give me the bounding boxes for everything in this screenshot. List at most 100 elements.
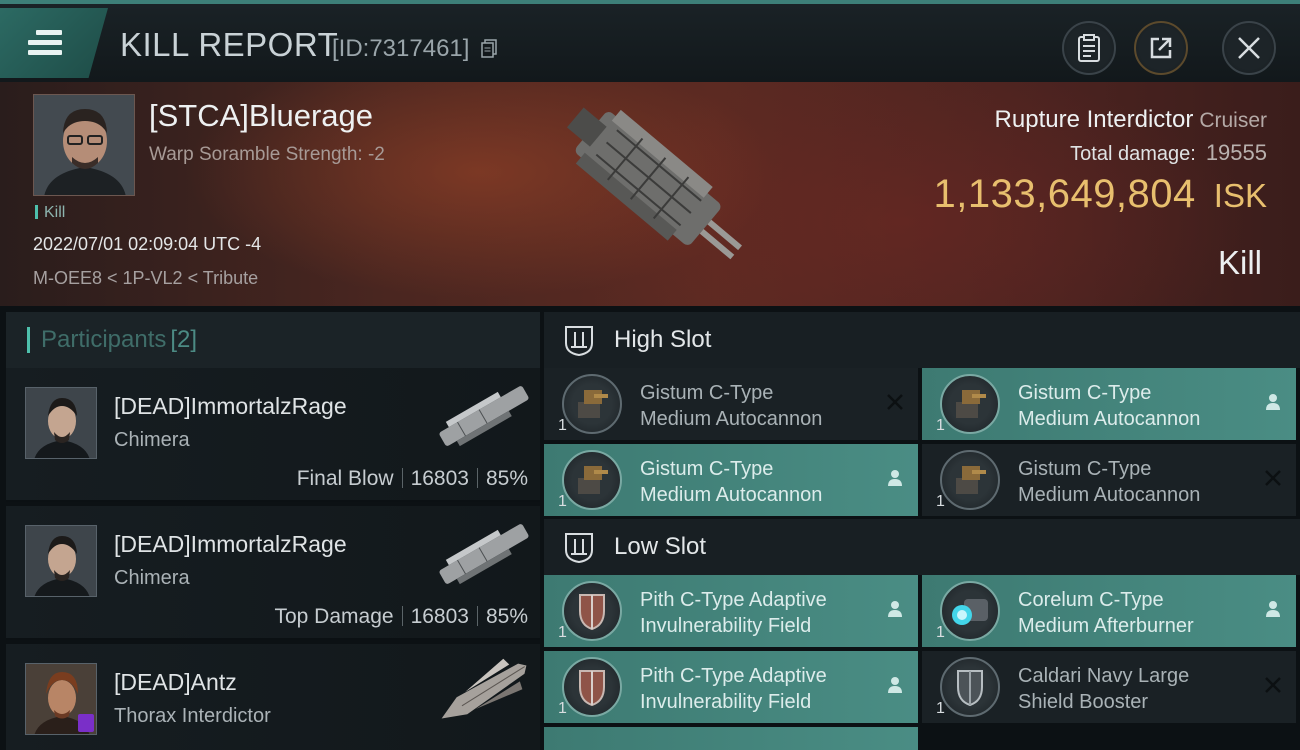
module-name-line1: Gistum C-Type [1018,382,1152,404]
module-name-line1: Pith C-Type Adaptive [640,589,827,611]
isk-amount: 1,133,649,804 [933,172,1196,216]
participant-avatar[interactable] [25,663,97,735]
autocannon-icon [940,374,1000,434]
outcome-label: Kill [1217,244,1262,281]
module-name: Pith C-Type Adaptive Invulnerability Fiel… [640,663,827,715]
participant-avatar[interactable] [25,387,97,459]
autocannon-icon [940,450,1000,510]
participant-percent: 85% [485,605,528,628]
participant-role: Top Damage [274,605,394,628]
module-item[interactable]: 1 Gistum C-Type Medium Autocannon [922,368,1296,440]
accent-bar [27,327,30,353]
module-quantity: 1 [936,700,945,717]
participants-title-text: Participants [41,326,167,353]
module-name-line1: Pith C-Type Adaptive [640,665,827,687]
report-id: [ID:7317461] [332,35,470,62]
module-item[interactable]: 1 Gistum C-Type Medium Autocannon [544,368,918,440]
autocannon-icon [562,374,622,434]
participant-name[interactable]: [DEAD]ImmortalzRage [114,531,347,558]
high-slot-icon [565,326,593,357]
module-name-line2: Shield Booster [1018,691,1149,713]
participant-ship: Chimera [114,567,190,589]
dropped-person-icon [1266,601,1280,617]
low-slot-header: Low Slot [544,519,1300,575]
close-icon [1238,37,1260,59]
afterburner-icon [940,581,1000,641]
clipboard-icon [1078,34,1100,62]
isk-value-row: 1,133,649,804 ISK [933,172,1267,217]
dropped-person-icon [888,601,902,617]
corp-badge-icon [78,714,94,732]
menu-button[interactable] [0,8,108,78]
participant-row[interactable]: [DEAD]ImmortalzRage Chimera Top Damage 16… [6,506,540,640]
page-title: KILL REPORT [120,26,339,63]
participants-title: Participants [2] [41,326,197,354]
destroyed-icon [1265,470,1281,486]
module-item[interactable]: 1 Pith C-Type Adaptive Invulnerability Fi… [544,651,918,723]
isk-unit: ISK [1213,177,1267,214]
kill-timestamp: 2022/07/01 02:09:04 UTC -4 [33,234,262,254]
divider [401,468,403,488]
participant-row[interactable]: [DEAD]Antz Thorax Interdictor [6,644,540,750]
module-name: Caldari Navy Large Shield Booster [1018,663,1189,715]
module-quantity: 1 [558,624,567,641]
participant-avatar[interactable] [25,525,97,597]
copy-icon[interactable] [481,39,497,58]
victim-warp-scramble: Warp Soramble Strength: -2 [149,144,385,165]
total-damage-value: 19555 [1205,140,1267,165]
module-name: Pith C-Type Adaptive Invulnerability Fiel… [640,587,827,639]
module-name-line1: Gistum C-Type [640,458,774,480]
participant-role: Final Blow [296,467,394,490]
victim-ship-name-row: Rupture Interdictor Cruiser [995,106,1267,134]
module-item[interactable]: 1 Corelum C-Type Medium Afterburner [922,575,1296,647]
low-slot-title: Low Slot [614,533,707,560]
low-slot-icon [565,533,593,564]
participant-name[interactable]: [DEAD]ImmortalzRage [114,393,347,420]
hamburger-icon [28,30,62,56]
victim-name[interactable]: [STCA]Bluerage [149,98,373,134]
notes-button[interactable] [1062,21,1116,75]
module-item[interactable]: 1 Pith C-Type Adaptive Invulnerability Fi… [544,575,918,647]
module-name-line1: Corelum C-Type [1018,589,1164,611]
module-name-line1: Gistum C-Type [1018,458,1152,480]
kill-location[interactable]: M-OEE8 < 1P-VL2 < Tribute [33,268,258,289]
victim-avatar[interactable] [33,94,135,196]
participant-ship: Thorax Interdictor [114,705,271,727]
module-name-line2: Medium Autocannon [1018,484,1201,506]
victim-ship-name[interactable]: Rupture Interdictor [995,106,1194,133]
module-name-line1: Gistum C-Type [640,382,774,404]
character-portrait-icon [26,526,96,596]
participant-row[interactable]: [DEAD]ImmortalzRage Chimera Final Blow 16… [6,368,540,502]
divider [476,606,478,626]
close-button[interactable] [1222,21,1276,75]
module-item[interactable]: 1 Gistum C-Type Medium Autocannon [544,444,918,516]
share-button[interactable] [1134,21,1188,75]
participant-ship: Chimera [114,429,190,451]
victim-banner: [STCA]Bluerage Warp Soramble Strength: -… [0,82,1300,306]
participant-ship-icon [439,386,529,447]
module-item[interactable]: 1 Caldari Navy Large Shield Booster [922,651,1296,723]
module-name: Gistum C-Type Medium Autocannon [640,380,822,432]
module-name: Gistum C-Type Medium Autocannon [640,456,822,508]
total-damage-label: Total damage: [1070,143,1196,165]
character-portrait-icon [34,95,134,195]
module-name-line1: Caldari Navy Large [1018,665,1190,687]
module-quantity: 1 [558,493,567,510]
participant-name[interactable]: [DEAD]Antz [114,669,237,696]
module-name: Gistum C-Type Medium Autocannon [1018,456,1200,508]
shield-module-icon [562,657,622,717]
autocannon-icon [562,450,622,510]
module-name-line2: Invulnerability Field [640,691,812,713]
share-icon [1150,37,1172,59]
module-item[interactable] [544,727,918,750]
shield-module-icon [562,581,622,641]
participants-count: [2] [170,326,198,353]
high-slot-header: High Slot [544,312,1300,368]
divider [401,606,403,626]
dropped-person-icon [1266,394,1280,410]
module-item[interactable]: 1 Gistum C-Type Medium Autocannon [922,444,1296,516]
module-name: Gistum C-Type Medium Autocannon [1018,380,1200,432]
module-name: Corelum C-Type Medium Afterburner [1018,587,1194,639]
participant-ship-icon [439,524,529,585]
participants-header: Participants [2] [6,312,540,368]
